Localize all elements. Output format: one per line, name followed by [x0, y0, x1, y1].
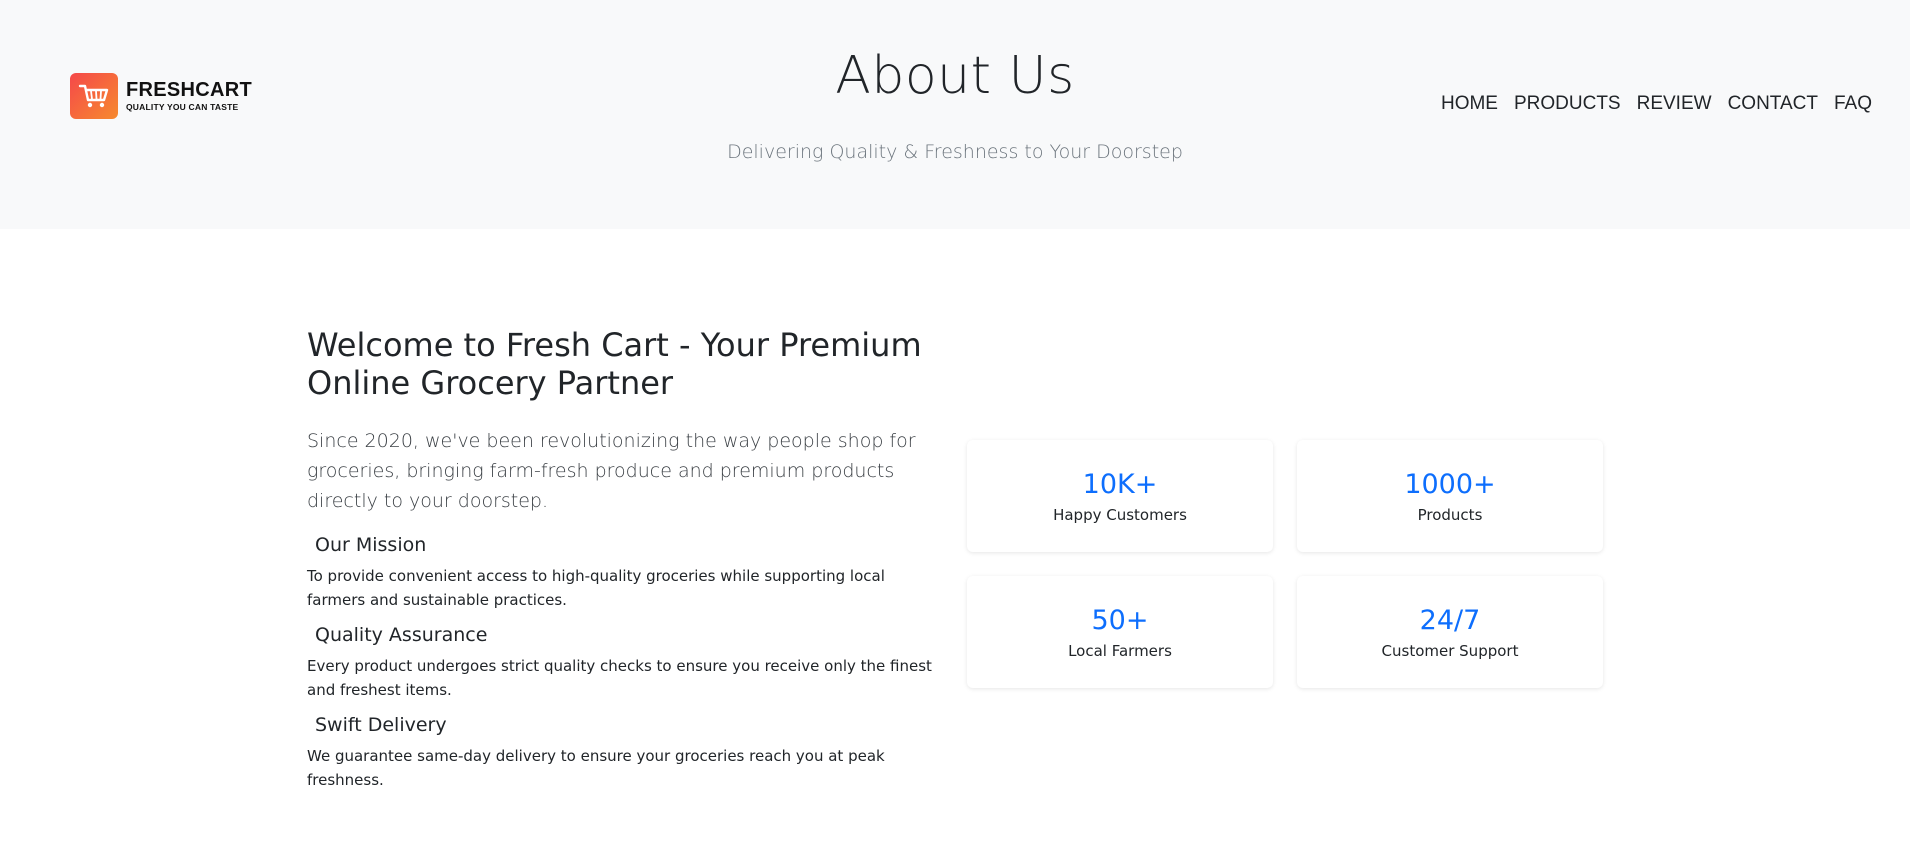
feature-text: Every product undergoes strict quality c… [307, 657, 932, 699]
about-content: Welcome to Fresh Cart - Your Premium Onl… [307, 326, 947, 804]
feature-quality: Quality Assurance Every product undergoe… [307, 624, 947, 702]
feature-text: We guarantee same-day delivery to ensure… [307, 747, 885, 789]
intro-paragraph: Since 2020, we've been revolutionizing t… [307, 430, 916, 512]
stat-value: 1000+ [1404, 468, 1496, 500]
stat-value: 10K+ [1082, 468, 1158, 500]
stat-card-farmers: 50+ Local Farmers [967, 576, 1273, 688]
stat-value: 24/7 [1419, 604, 1481, 636]
nav-link-products[interactable]: PRODUCTS [1514, 93, 1621, 115]
feature-title: Our Mission [315, 534, 427, 556]
feature-text: To provide convenient access to high-qua… [307, 567, 885, 609]
stat-card-customers: 10K+ Happy Customers [967, 440, 1273, 552]
stat-label: Customer Support [1381, 641, 1519, 660]
stat-card-support: 24/7 Customer Support [1297, 576, 1603, 688]
page-subtitle: Delivering Quality & Freshness to Your D… [727, 141, 1183, 163]
main-nav: HOME PRODUCTS REVIEW CONTACT FAQ [1441, 93, 1872, 115]
stat-label: Products [1417, 505, 1483, 524]
nav-link-home[interactable]: HOME [1441, 93, 1498, 115]
stat-value: 50+ [1091, 604, 1149, 636]
nav-link-faq[interactable]: FAQ [1834, 93, 1872, 115]
feature-title: Swift Delivery [315, 714, 447, 736]
nav-link-review[interactable]: REVIEW [1637, 93, 1712, 115]
nav-link-contact[interactable]: CONTACT [1728, 93, 1818, 115]
feature-delivery: Swift Delivery We guarantee same-day del… [307, 714, 947, 792]
welcome-heading: Welcome to Fresh Cart - Your Premium Onl… [307, 326, 922, 402]
stats-grid: 10K+ Happy Customers 1000+ Products 50+ … [967, 440, 1603, 688]
stat-card-products: 1000+ Products [1297, 440, 1603, 552]
stat-label: Happy Customers [1053, 505, 1187, 524]
feature-title: Quality Assurance [315, 624, 488, 646]
feature-mission: Our Mission To provide convenient access… [307, 534, 947, 612]
hero-header: FRESHCART QUALITY YOU CAN TASTE About Us… [0, 0, 1910, 229]
stat-label: Local Farmers [1068, 641, 1172, 660]
